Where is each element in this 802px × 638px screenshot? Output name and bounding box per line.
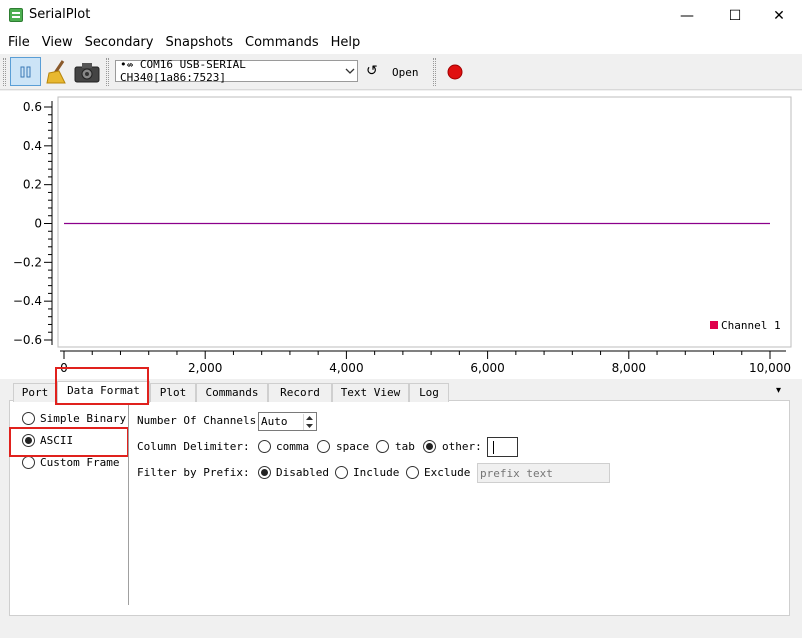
label-space[interactable]: space [336,440,369,453]
x-tick-label: 4,000 [329,361,363,375]
y-tick-label: −0.2 [13,255,42,269]
channels-label: Number Of Channels: [137,414,263,427]
text-cursor [493,441,494,454]
label-tab[interactable]: tab [395,440,415,453]
chevron-down-icon[interactable] [341,60,358,82]
legend: Channel 1 [710,319,781,332]
tab-commands[interactable]: Commands [196,383,268,402]
menu-bar: File View Secondary Snapshots Commands H… [0,32,802,54]
tab-port[interactable]: Port [13,383,57,402]
radio-tab[interactable] [376,440,389,453]
title-bar: SerialPlot — ☐ ✕ [0,0,802,32]
open-port-button[interactable]: Open [392,66,419,79]
y-tick-label: 0 [34,217,42,231]
highlight-box-data-format [55,367,149,405]
other-delimiter-input[interactable] [487,437,518,457]
minimize-button[interactable]: — [664,0,710,32]
highlight-box-ascii [9,427,129,457]
delimiter-label: Column Delimiter: [137,440,250,453]
y-tick-label: 0.4 [23,139,42,153]
menu-secondary[interactable]: Secondary [81,32,162,54]
y-axis: 0.6 0.4 0.2 0 −0.2 −0.4 −0.6 [13,100,53,347]
menu-file[interactable]: File [4,32,38,54]
port-select[interactable]: •⇎ COM16 USB-SERIAL CH340[1a86:7523] [115,58,358,84]
menu-snapshots[interactable]: Snapshots [161,32,241,54]
x-tick-label: 2,000 [188,361,222,375]
record-icon[interactable] [446,63,464,81]
label-include[interactable]: Include [353,466,399,479]
menu-commands[interactable]: Commands [241,32,327,54]
plot-chart[interactable]: 0.6 0.4 0.2 0 −0.2 −0.4 −0.6 0 2,000 4,000 6,000 8… [0,91,802,379]
window-title: SerialPlot [29,7,91,22]
spin-arrows-icon[interactable] [303,414,316,430]
tab-log[interactable]: Log [409,383,449,402]
radio-space[interactable] [317,440,330,453]
label-disabled[interactable]: Disabled [276,466,329,479]
y-tick-label: 0.2 [23,178,42,192]
menu-view[interactable]: View [38,32,81,54]
y-tick-label: −0.4 [13,294,42,308]
x-axis: 0 2,000 4,000 6,000 8,000 10,000 [60,350,791,375]
tab-plot[interactable]: Plot [150,383,196,402]
snapshot-camera-icon[interactable] [74,61,100,83]
label-simple-binary[interactable]: Simple Binary [40,412,126,425]
tab-record[interactable]: Record [268,383,332,402]
x-tick-label: 8,000 [612,361,646,375]
radio-simple-binary[interactable] [22,412,35,425]
prefix-text-input[interactable] [477,463,610,483]
legend-label: Channel 1 [721,319,781,332]
radio-comma[interactable] [258,440,271,453]
channels-value: Auto [261,415,288,428]
radio-custom-frame[interactable] [22,456,35,469]
radio-exclude[interactable] [406,466,419,479]
label-comma[interactable]: comma [276,440,309,453]
vertical-divider [128,405,129,605]
x-tick-label: 6,000 [470,361,504,375]
maximize-button[interactable]: ☐ [712,0,758,32]
tab-text-view[interactable]: Text View [332,383,409,402]
y-tick-label: 0.6 [23,100,42,114]
refresh-ports-button[interactable]: ↺ [366,63,378,79]
radio-include[interactable] [335,466,348,479]
app-icon [9,8,23,22]
menu-help[interactable]: Help [327,32,369,54]
filter-label: Filter by Prefix: [137,466,250,479]
plot-canvas[interactable] [57,96,792,348]
label-other[interactable]: other: [442,440,482,453]
y-tick-label: −0.6 [13,333,42,347]
toolbar-grip[interactable] [433,58,436,86]
pause-button[interactable] [10,57,41,86]
tab-overflow-button[interactable]: ▾ [776,385,781,396]
toolbar-grip[interactable] [106,58,109,86]
status-bar [0,620,802,638]
pause-icon [20,66,30,77]
legend-swatch [710,321,718,329]
radio-disabled[interactable] [258,466,271,479]
clear-icon[interactable] [45,59,69,85]
radio-other[interactable] [423,440,436,453]
x-tick-label: 10,000 [749,361,791,375]
toolbar-grip[interactable] [3,58,6,86]
label-exclude[interactable]: Exclude [424,466,470,479]
channels-spinbox[interactable]: Auto [258,412,317,431]
label-custom-frame[interactable]: Custom Frame [40,456,119,469]
port-select-value: •⇎ COM16 USB-SERIAL CH340[1a86:7523] [120,58,246,84]
close-button[interactable]: ✕ [756,0,802,32]
